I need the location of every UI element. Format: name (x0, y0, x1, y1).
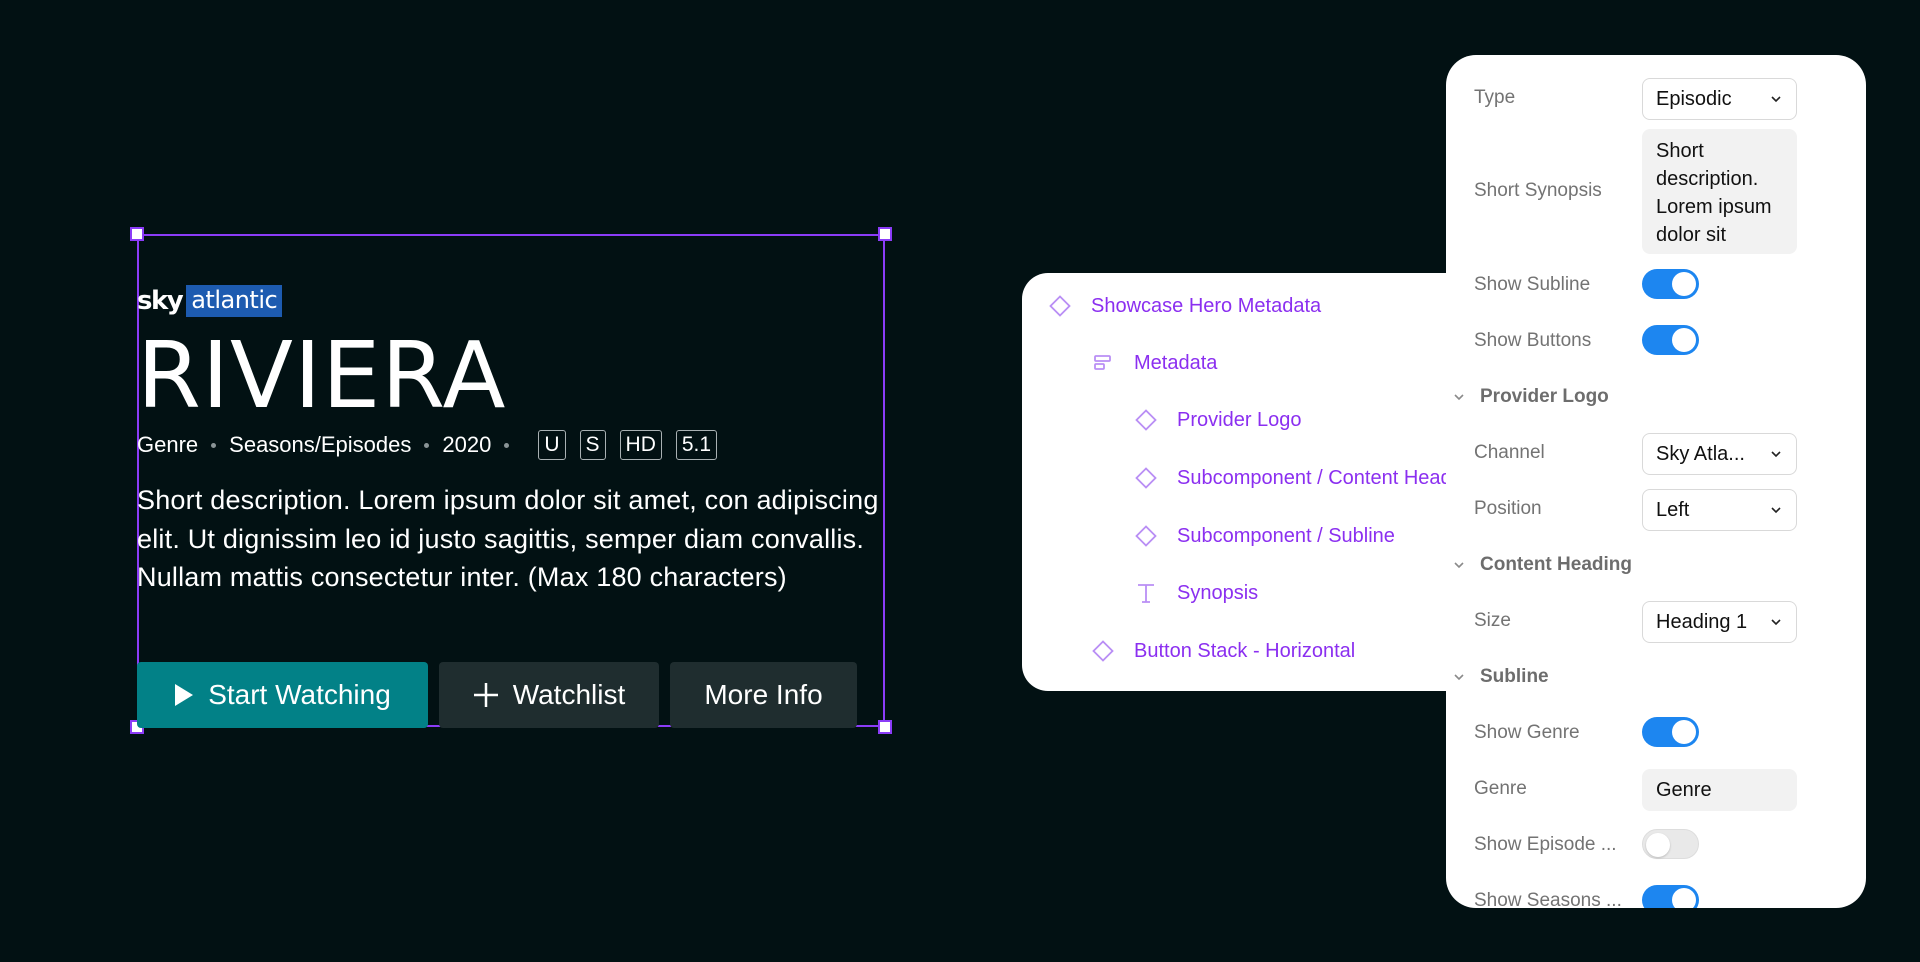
section-title: Content Heading (1480, 554, 1632, 575)
type-value: Episodic (1656, 87, 1732, 110)
more-info-label: More Info (704, 679, 823, 710)
watchlist-label: Watchlist (512, 679, 626, 710)
genre-label: Genre (1474, 778, 1527, 799)
content-heading-section[interactable]: Content Heading (1454, 554, 1632, 576)
component-diamond-icon (1047, 293, 1073, 319)
chevron-down-icon (1454, 393, 1468, 401)
component-diamond-icon (1090, 638, 1116, 664)
plus-icon (473, 682, 499, 708)
layer-showcase-hero-metadata[interactable]: Showcase Hero Metadata (1047, 291, 1321, 321)
logo-channel: atlantic (186, 285, 283, 317)
section-title: Subline (1480, 666, 1549, 687)
size-select[interactable]: Heading 1 (1642, 601, 1797, 643)
component-diamond-icon (1133, 523, 1159, 549)
start-watching-button[interactable]: Start Watching (137, 662, 428, 728)
layer-content-heading[interactable]: Subcomponent / Content Heading (1133, 463, 1478, 493)
layer-synopsis[interactable]: Synopsis (1133, 578, 1258, 608)
show-buttons-label: Show Buttons (1474, 330, 1592, 351)
position-select[interactable]: Left (1642, 489, 1797, 531)
toggle-knob (1672, 888, 1696, 908)
auto-layout-icon (1090, 350, 1116, 376)
size-value: Heading 1 (1656, 610, 1748, 633)
position-value: Left (1656, 498, 1690, 521)
separator-dot (504, 442, 510, 448)
component-diamond-icon (1133, 465, 1159, 491)
synopsis: Short description. Lorem ipsum dolor sit… (137, 485, 879, 592)
toggle-knob (1646, 833, 1670, 857)
provider-logo-section[interactable]: Provider Logo (1454, 386, 1609, 408)
layer-label: Provider Logo (1177, 408, 1302, 431)
toggle-knob (1672, 328, 1696, 352)
size-label: Size (1474, 610, 1511, 631)
subline-genre: Genre (137, 432, 199, 457)
layer-label: Button Stack - Horizontal (1134, 639, 1356, 662)
position-label: Position (1474, 498, 1542, 519)
layer-subline[interactable]: Subcomponent / Subline (1133, 521, 1395, 551)
layer-label: Synopsis (1177, 581, 1259, 604)
section-title: Provider Logo (1480, 386, 1609, 407)
type-label: Type (1474, 87, 1516, 108)
watchlist-button[interactable]: Watchlist (439, 662, 659, 728)
genre-field[interactable]: Genre (1642, 769, 1797, 811)
badge-group: U S HD 5.1 (538, 430, 731, 460)
more-info-button[interactable]: More Info (670, 662, 857, 728)
layer-button-stack[interactable]: Button Stack - Horizontal (1090, 636, 1355, 666)
toggle-knob (1672, 720, 1696, 744)
short-synopsis-field[interactable]: Short description. Lorem ipsum dolor sit (1642, 129, 1797, 254)
chevron-down-icon (1454, 673, 1468, 681)
separator-dot (424, 442, 430, 448)
channel-select[interactable]: Sky Atla... (1642, 433, 1797, 475)
show-subline-label: Show Subline (1474, 274, 1591, 295)
chevron-down-icon (1771, 506, 1783, 514)
show-buttons-toggle[interactable] (1642, 325, 1699, 355)
start-watching-label: Start Watching (208, 679, 391, 710)
layer-label: Metadata (1134, 351, 1218, 374)
layer-label: Showcase Hero Metadata (1091, 294, 1322, 317)
chevron-down-icon (1454, 561, 1468, 569)
subline-section[interactable]: Subline (1454, 666, 1549, 688)
chevron-down-icon (1771, 95, 1783, 103)
resize-handle-top-right[interactable] (878, 227, 892, 241)
hd-badge: HD (619, 430, 662, 460)
showcase-hero-preview: sky atlantic RIVIERA Genre Seasons/Episo… (130, 227, 892, 734)
show-seasons-toggle[interactable] (1642, 885, 1699, 908)
properties-panel: Type Episodic Short Synopsis Short descr… (1446, 55, 1866, 908)
component-diamond-icon (1133, 407, 1159, 433)
show-genre-label: Show Genre (1474, 722, 1580, 743)
layer-label: Subcomponent / Content Heading (1177, 466, 1479, 489)
toggle-knob (1672, 272, 1696, 296)
separator-dot (211, 442, 217, 448)
layer-label: Subcomponent / Subline (1177, 524, 1395, 547)
subline: Genre Seasons/Episodes 2020 U S HD 5.1 (137, 429, 731, 461)
layer-metadata[interactable]: Metadata (1090, 348, 1217, 378)
show-subline-toggle[interactable] (1642, 269, 1699, 299)
show-seasons-label: Show Seasons ... (1474, 890, 1622, 908)
resize-handle-bottom-right[interactable] (878, 720, 892, 734)
text-icon (1133, 580, 1159, 606)
resize-handle-top-left[interactable] (130, 227, 144, 241)
chevron-down-icon (1771, 450, 1783, 458)
show-genre-toggle[interactable] (1642, 717, 1699, 747)
subtitles-badge: S (579, 430, 606, 460)
provider-logo: sky atlantic (137, 285, 283, 317)
show-episode-label: Show Episode ... (1474, 834, 1617, 855)
rating-badge: U (538, 430, 566, 460)
subline-seasons: Seasons/Episodes (229, 432, 412, 457)
channel-value: Sky Atla... (1656, 442, 1745, 465)
button-stack: Start Watching Watchlist More Info (137, 662, 868, 728)
subline-year: 2020 (442, 432, 492, 457)
chevron-down-icon (1771, 618, 1783, 626)
audio-badge: 5.1 (675, 430, 718, 460)
show-episode-toggle[interactable] (1642, 829, 1699, 859)
content-heading: RIVIERA (137, 322, 507, 429)
short-synopsis-label: Short Synopsis (1474, 180, 1602, 201)
layer-provider-logo[interactable]: Provider Logo (1133, 405, 1302, 435)
channel-label: Channel (1474, 442, 1545, 463)
type-select[interactable]: Episodic (1642, 78, 1797, 120)
logo-brand: sky (137, 286, 184, 316)
play-icon (174, 683, 194, 707)
